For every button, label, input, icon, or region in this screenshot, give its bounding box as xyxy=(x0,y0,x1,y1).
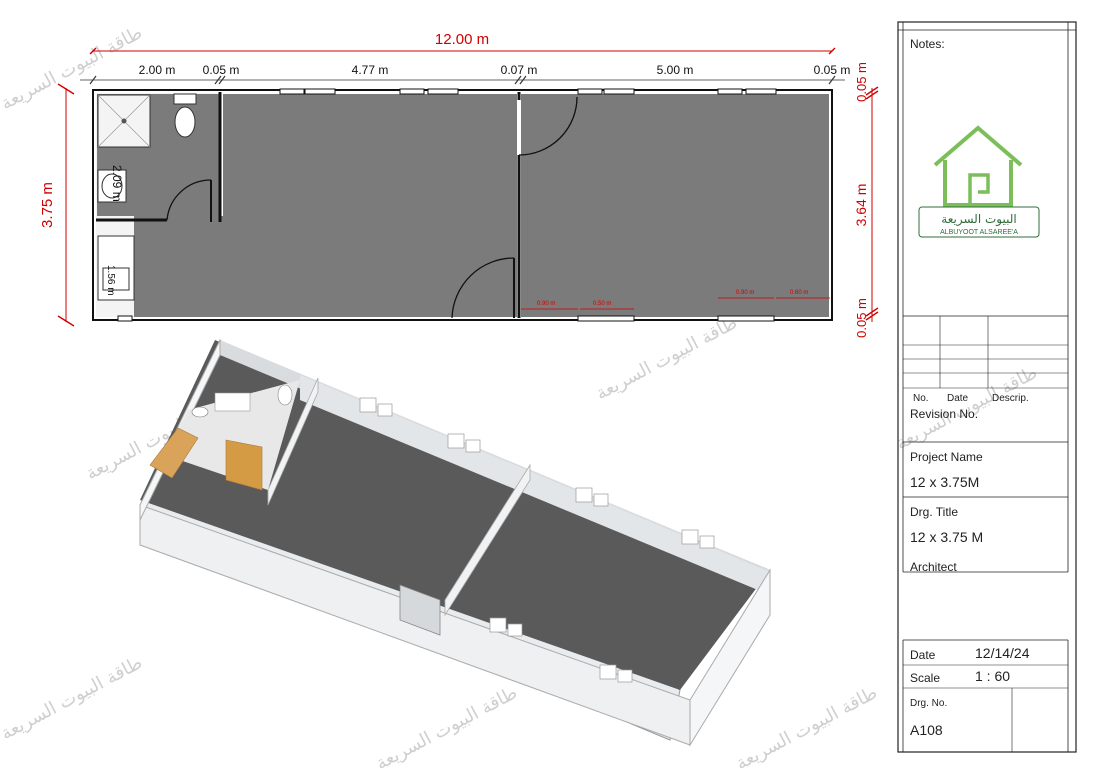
drg-no-value: A108 xyxy=(910,722,943,738)
room-1-floor xyxy=(223,94,517,317)
scale-label: Scale xyxy=(910,671,940,685)
logo-roof-icon xyxy=(933,125,1023,167)
window-dim-label: 0.50 m xyxy=(593,301,611,307)
shower-drain-icon xyxy=(121,118,127,124)
3d-view xyxy=(139,339,771,747)
logo-spiral-icon xyxy=(968,173,990,205)
revision-label: Revision No. xyxy=(910,407,978,421)
logo-arabic-text: البيوت السريعة xyxy=(941,212,1016,227)
segment-label: 0.05 m xyxy=(203,63,240,77)
toilet-tank xyxy=(173,93,197,105)
date-value: 12/14/24 xyxy=(975,645,1030,661)
window xyxy=(745,88,777,95)
drg-no-label: Drg. No. xyxy=(910,698,947,709)
drg-title-label: Drg. Title xyxy=(910,505,958,519)
company-logo: البيوت السريعة ALBUYOOT ALSAREE'A xyxy=(918,125,1040,238)
logo-house-icon xyxy=(943,160,1013,207)
window xyxy=(279,88,305,95)
window xyxy=(577,88,603,95)
window-dim-label: 0.90 m xyxy=(537,301,555,307)
window xyxy=(699,535,715,549)
window xyxy=(577,315,635,322)
bath-depth-label: 2.09 m xyxy=(110,165,124,202)
kitchen-depth-label: 1.56 m xyxy=(105,265,116,296)
right-depth-label: 3.64 m xyxy=(853,184,869,227)
overall-depth-label: 3.75 m xyxy=(39,182,56,228)
segment-label: 2.00 m xyxy=(139,63,176,77)
3d-shower-icon xyxy=(214,392,251,412)
window xyxy=(575,487,593,503)
window xyxy=(359,397,377,413)
segment-label: 4.77 m xyxy=(352,63,389,77)
right-bottom-label: 0.05 m xyxy=(854,298,869,338)
overall-width-label: 12.00 m xyxy=(435,31,489,48)
window xyxy=(717,88,743,95)
logo-latin-text: ALBUYOOT ALSAREE'A xyxy=(940,229,1018,236)
3d-sink-icon xyxy=(191,406,209,418)
3d-toilet-icon xyxy=(277,384,293,406)
floor-plan: 0.90 m 0.50 m 0.90 m 0.60 m 2.09 m 1.56 … xyxy=(92,88,833,322)
room-2-floor xyxy=(521,94,829,317)
col-date-label: Date xyxy=(947,393,969,404)
window xyxy=(399,88,425,95)
window xyxy=(377,403,393,417)
window xyxy=(593,493,609,507)
project-name-label: Project Name xyxy=(910,450,983,464)
col-descrip-label: Descrip. xyxy=(992,393,1029,404)
corridor-floor xyxy=(134,216,223,317)
window-dim-label: 0.60 m xyxy=(790,290,808,296)
window xyxy=(117,315,133,322)
window xyxy=(507,623,523,637)
date-label: Date xyxy=(910,648,936,662)
segment-label: 5.00 m xyxy=(657,63,694,77)
window xyxy=(717,315,775,322)
window xyxy=(447,433,465,449)
right-top-label: 0.05 m xyxy=(854,62,869,102)
segment-label: 0.07 m xyxy=(501,63,538,77)
watermark-text: طاقة البيوت السريعة xyxy=(592,312,740,404)
window xyxy=(603,88,635,95)
drg-title-value: 12 x 3.75 M xyxy=(910,529,983,545)
col-no-label: No. xyxy=(913,393,929,404)
segment-label: 0.05 m xyxy=(814,63,851,77)
watermark-text: طاقة البيوت السريعة xyxy=(732,682,880,774)
toilet-icon xyxy=(174,106,196,138)
window xyxy=(304,88,336,95)
window xyxy=(427,88,459,95)
window xyxy=(599,664,617,680)
watermark-text: طاقة البيوت السريعة xyxy=(0,652,146,744)
window xyxy=(681,529,699,545)
window xyxy=(465,439,481,453)
architect-mask xyxy=(899,572,1075,640)
window xyxy=(489,617,507,633)
scale-value: 1 : 60 xyxy=(975,668,1010,684)
project-name-value: 12 x 3.75M xyxy=(910,474,979,490)
window-dim-label: 0.90 m xyxy=(736,290,754,296)
watermark-text: طاقة البيوت السريعة xyxy=(372,682,520,774)
window xyxy=(617,669,633,683)
notes-label: Notes: xyxy=(910,37,945,51)
drawing-sheet: طاقة البيوت السريعة طاقة البيوت السريعة … xyxy=(0,21,1077,774)
